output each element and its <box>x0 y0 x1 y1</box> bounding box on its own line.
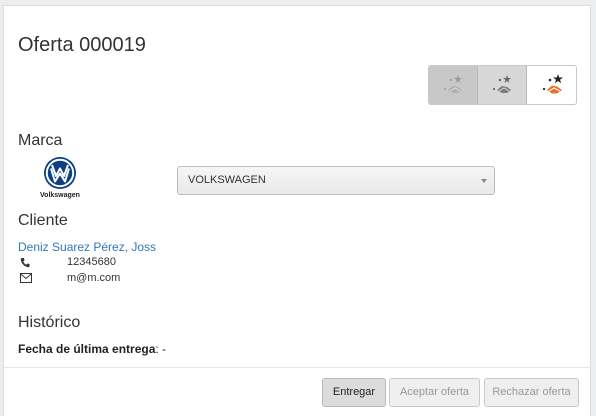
deliver-button[interactable]: Entregar <box>322 378 386 407</box>
brand-logo: Volkswagen <box>38 156 82 206</box>
offer-card: Oferta 000019 Marca Volkswagen VOLKSWAGE… <box>3 5 591 416</box>
handshake-stars-icon <box>542 74 563 94</box>
envelope-icon <box>20 273 32 286</box>
brand-logo-text: Volkswagen <box>40 192 80 199</box>
brand-select-value: VOLKSWAGEN <box>188 174 266 186</box>
history-label: Histórico <box>18 314 81 331</box>
phone-icon <box>20 257 30 271</box>
client-label: Cliente <box>18 212 68 229</box>
stage-button-2[interactable] <box>478 66 527 104</box>
page-title: Oferta 000019 <box>18 34 146 56</box>
client-name-link[interactable]: Deniz Suarez Pérez, Joss <box>18 240 156 254</box>
client-phone: 12345680 <box>67 256 116 268</box>
stage-button-group <box>428 65 577 105</box>
brand-label: Marca <box>18 132 63 149</box>
last-delivery-value: : - <box>155 342 167 356</box>
stage-button-1[interactable] <box>429 66 478 104</box>
last-delivery-label: Fecha de última entrega <box>18 342 156 356</box>
chevron-down-icon <box>481 179 487 183</box>
accept-offer-button[interactable]: Aceptar oferta <box>389 378 480 407</box>
last-delivery: Fecha de última entrega: - <box>18 342 166 356</box>
client-email: m@m.com <box>67 272 121 284</box>
volkswagen-logo-icon <box>44 157 76 189</box>
reject-offer-button[interactable]: Rechazar oferta <box>484 378 579 407</box>
stage-button-3[interactable] <box>527 66 576 104</box>
handshake-stars-icon <box>444 75 462 93</box>
handshake-stars-icon <box>493 75 511 93</box>
footer-divider <box>4 367 590 368</box>
brand-select[interactable]: VOLKSWAGEN <box>177 166 495 195</box>
